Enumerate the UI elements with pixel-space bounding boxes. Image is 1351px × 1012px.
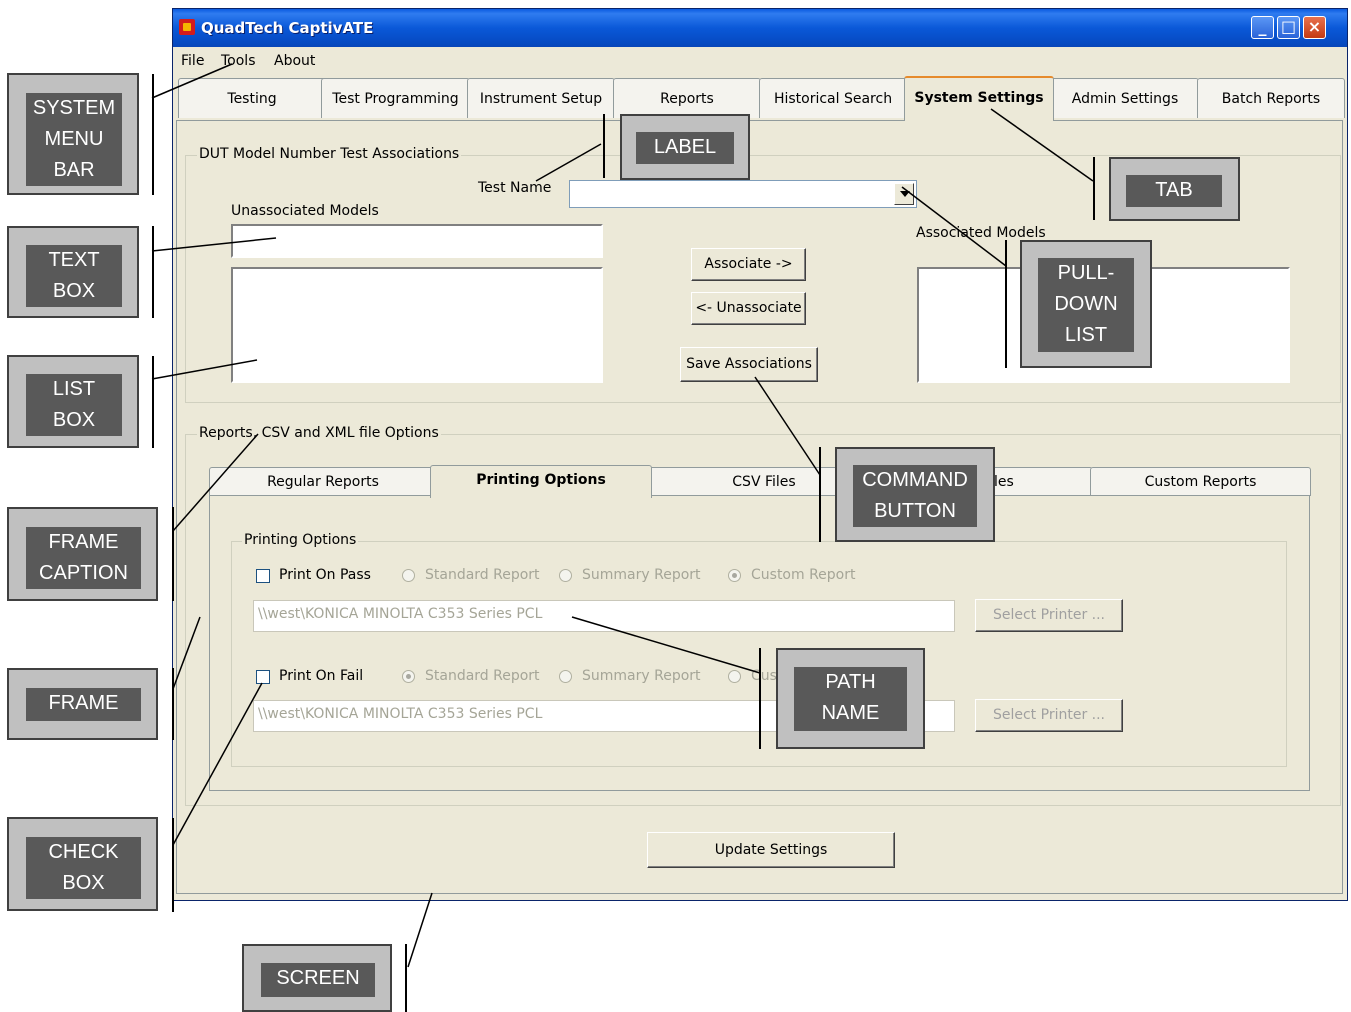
callout-text: PULL- bbox=[1057, 262, 1115, 284]
bracket-label bbox=[603, 114, 605, 178]
callout-path-name: PATH NAME bbox=[776, 648, 925, 749]
callout-text-box: TEXT BOX bbox=[7, 226, 139, 318]
callout-text: BUTTON bbox=[874, 500, 956, 522]
callout-text: BOX bbox=[52, 280, 96, 302]
callout-text: BOX bbox=[52, 409, 96, 431]
leader-line-path-name bbox=[571, 616, 761, 674]
callout-text: SYSTEM bbox=[32, 97, 116, 119]
callout-text: LIST bbox=[52, 378, 96, 400]
leader-line-frame-caption bbox=[172, 433, 259, 532]
bracket-list-box bbox=[152, 356, 154, 448]
bracket-frame bbox=[172, 668, 174, 740]
leader-line-text-box bbox=[151, 237, 277, 252]
leader-line-menu-bar bbox=[151, 63, 233, 99]
callout-text: SCREEN bbox=[276, 967, 360, 989]
leader-line-check-box bbox=[172, 682, 263, 846]
leader-line-pull-down bbox=[901, 186, 1007, 267]
bracket-tab bbox=[1093, 157, 1095, 220]
bracket-frame-caption bbox=[172, 507, 174, 601]
callout-screen: SCREEN bbox=[242, 944, 392, 1012]
callout-text: PATH bbox=[825, 671, 876, 693]
callout-text: TAB bbox=[1155, 179, 1193, 201]
leader-line-list-box bbox=[151, 359, 258, 380]
callout-text: NAME bbox=[821, 702, 880, 724]
callout-frame-caption: FRAME CAPTION bbox=[7, 507, 158, 601]
callout-pull-down-list: PULL- DOWN LIST bbox=[1020, 240, 1152, 368]
callout-text: COMMAND bbox=[862, 469, 968, 491]
leader-line-command-button bbox=[754, 376, 821, 476]
bracket-pull-down bbox=[1005, 240, 1007, 368]
callout-text: BOX bbox=[62, 872, 105, 894]
bracket-command-button bbox=[819, 447, 821, 542]
callout-frame: FRAME bbox=[7, 668, 158, 740]
callout-text: TEXT bbox=[48, 249, 100, 271]
leader-line-label bbox=[535, 143, 602, 182]
leader-line-screen bbox=[407, 892, 433, 968]
callout-check-box: CHECK BOX bbox=[7, 817, 158, 911]
bracket-screen bbox=[405, 944, 407, 1012]
callout-text: BAR bbox=[53, 159, 95, 181]
bracket-menu-bar bbox=[152, 74, 154, 195]
callout-text: LIST bbox=[1064, 324, 1108, 346]
callout-system-menu-bar: SYSTEM MENU BAR bbox=[7, 73, 139, 195]
callout-label: LABEL bbox=[620, 114, 750, 180]
callout-text: CHECK bbox=[48, 841, 119, 863]
callout-text: FRAME bbox=[48, 531, 119, 553]
bracket-text-box bbox=[152, 226, 154, 318]
callout-text: MENU bbox=[44, 128, 104, 150]
bracket-check-box bbox=[172, 818, 174, 912]
callout-text: LABEL bbox=[653, 136, 717, 158]
callout-command-button: COMMAND BUTTON bbox=[835, 447, 995, 542]
callout-tab: TAB bbox=[1109, 157, 1240, 221]
bracket-path-name bbox=[759, 648, 761, 749]
leader-line-tab bbox=[990, 108, 1094, 182]
leader-line-frame bbox=[172, 616, 201, 690]
callout-list-box: LIST BOX bbox=[7, 355, 139, 448]
callout-text: CAPTION bbox=[39, 562, 128, 584]
callout-text: DOWN bbox=[1054, 293, 1118, 315]
callout-text: FRAME bbox=[48, 692, 119, 714]
